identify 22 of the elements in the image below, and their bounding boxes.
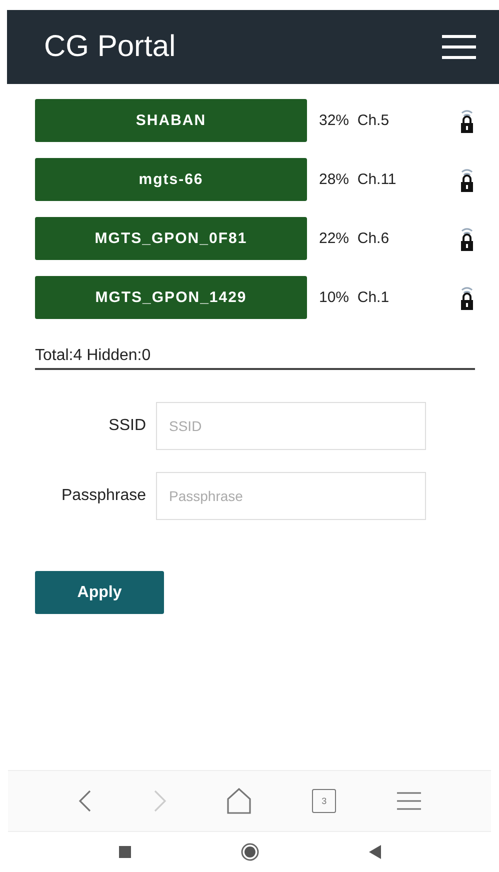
network-button[interactable]: SHABAN (35, 99, 307, 142)
home-icon[interactable] (227, 788, 252, 814)
home-icon[interactable] (240, 843, 258, 861)
field-label: SSID (108, 417, 147, 435)
app-title: CG Portal (44, 30, 176, 64)
menu-icon[interactable] (442, 34, 476, 60)
network-button[interactable]: mgts-66 (35, 158, 307, 201)
signal-channel: 28% Ch.11 (319, 171, 398, 188)
field-label: Passphrase (60, 487, 147, 505)
back-icon[interactable] (368, 845, 380, 859)
recents-icon[interactable] (118, 846, 130, 858)
back-icon[interactable] (78, 790, 92, 812)
signal-channel: 32% Ch.5 (319, 112, 390, 129)
network-button[interactable]: MGTS_GPON_0F81 (35, 217, 307, 260)
network-summary: Total:4 Hidden:0 (35, 347, 475, 370)
tab-count[interactable]: 3 (312, 789, 336, 813)
network-button[interactable]: MGTS_GPON_1429 (35, 276, 307, 319)
input-field[interactable]: Passphrase (156, 472, 426, 520)
input-field[interactable]: SSID (156, 402, 426, 450)
signal-channel: 10% Ch.1 (319, 289, 390, 306)
signal-channel: 22% Ch.6 (319, 230, 390, 247)
apply-button[interactable]: Apply (35, 571, 164, 614)
